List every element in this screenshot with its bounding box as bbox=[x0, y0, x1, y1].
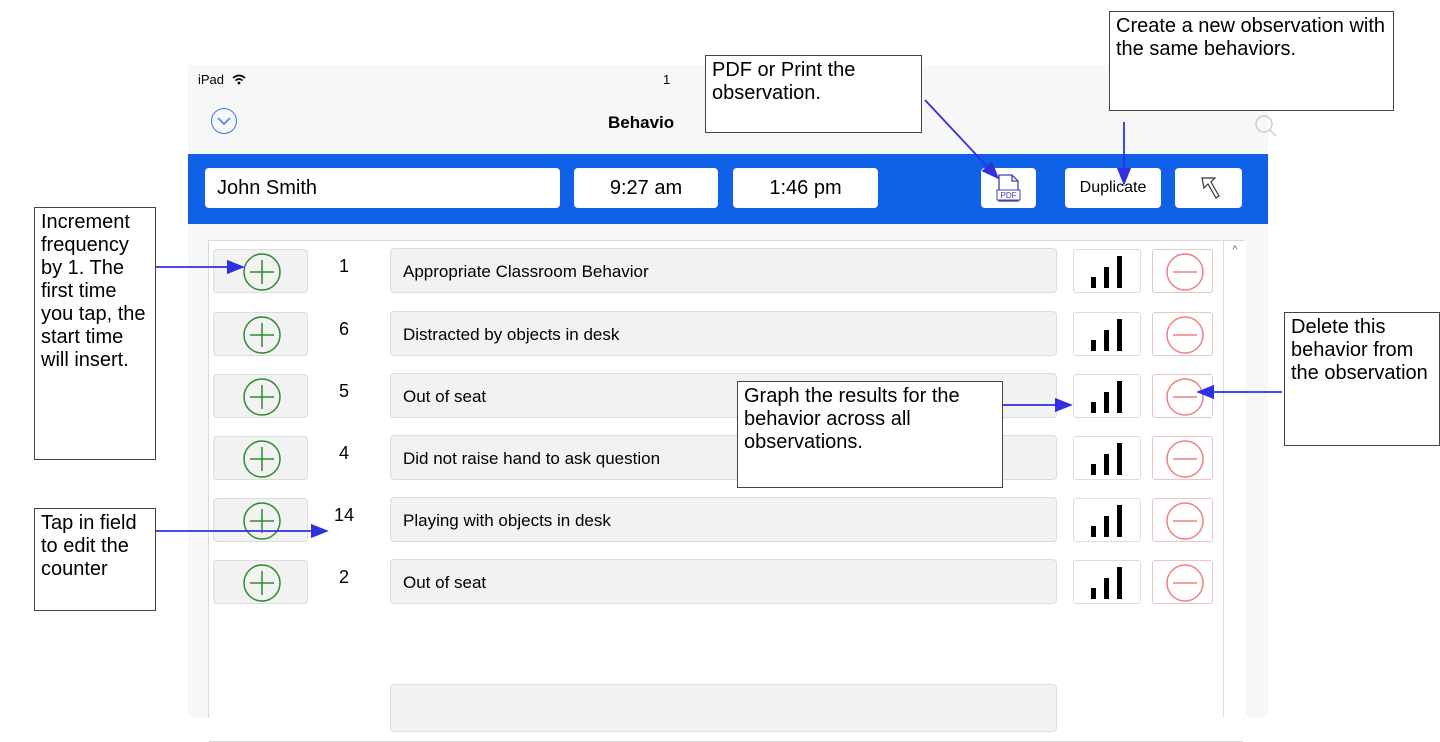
callout-arrows bbox=[156, 99, 1282, 539]
pdf-arrow bbox=[924, 99, 1000, 180]
